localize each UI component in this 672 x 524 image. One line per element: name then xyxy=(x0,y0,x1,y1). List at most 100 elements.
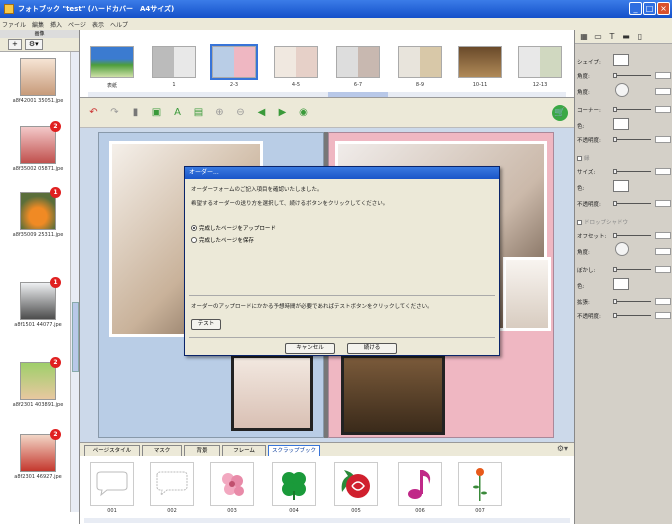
radio-dot[interactable] xyxy=(191,237,197,243)
border-color-swatch[interactable] xyxy=(613,180,629,192)
sticker-item[interactable] xyxy=(90,462,134,506)
color-swatch[interactable] xyxy=(613,118,629,130)
sticker-scrollbar[interactable] xyxy=(84,518,570,523)
shadow-opacity-value[interactable] xyxy=(655,312,671,319)
menu-view[interactable]: 表示 xyxy=(92,20,104,29)
zoom-out-icon[interactable]: ⊖ xyxy=(233,105,248,120)
radio-upload[interactable]: 完成したページをアップロード xyxy=(191,224,276,232)
page-thumb-12-13[interactable] xyxy=(518,46,562,78)
play-icon[interactable]: ◉ xyxy=(296,105,311,120)
sticker-item[interactable] xyxy=(150,462,194,506)
offset-value[interactable] xyxy=(655,232,671,239)
line-props-icon[interactable]: ▬ xyxy=(621,32,631,42)
image-thumbnail[interactable]: 1 a8f1501 44077.jpe xyxy=(8,277,68,328)
sticker-item[interactable] xyxy=(334,462,378,506)
spread-value[interactable] xyxy=(655,298,671,305)
page-thumb-10-11[interactable] xyxy=(458,46,502,78)
menu-help[interactable]: ヘルプ xyxy=(110,20,128,29)
minimize-button[interactable]: _ xyxy=(629,2,642,15)
page-strip-scrollbar[interactable] xyxy=(88,92,566,97)
spread-slider[interactable] xyxy=(613,299,651,304)
scrollbar-thumb[interactable] xyxy=(72,302,79,372)
tab-scrapbook[interactable]: スクラップブック xyxy=(268,445,320,456)
sticker-item[interactable] xyxy=(210,462,254,506)
slider-knob[interactable] xyxy=(613,267,617,272)
sticker-item[interactable] xyxy=(458,462,502,506)
shadow-color-swatch[interactable] xyxy=(613,278,629,290)
slider-knob[interactable] xyxy=(613,313,617,318)
sticker-item[interactable] xyxy=(398,462,442,506)
slider-knob[interactable] xyxy=(613,233,617,238)
angle-dial[interactable] xyxy=(615,83,629,97)
zoom-in-icon[interactable]: ⊕ xyxy=(212,105,227,120)
menu-file[interactable]: ファイル xyxy=(2,20,26,29)
tab-frame[interactable]: フレーム xyxy=(222,445,266,456)
image-options-button[interactable]: ⚙▾ xyxy=(24,39,43,50)
scrollbar-thumb[interactable] xyxy=(328,92,388,97)
image-thumbnail[interactable]: 2 a8f35002 05871.jpe xyxy=(8,121,68,172)
image-thumbnail[interactable]: 2 a8f2301 46927.jpe xyxy=(8,429,68,480)
border-section[interactable]: 縁 xyxy=(577,154,590,162)
tab-mask[interactable]: マスク xyxy=(142,445,182,456)
frame-props-icon[interactable]: ▭ xyxy=(593,32,603,42)
maximize-button[interactable]: □ xyxy=(643,2,656,15)
shadow-section[interactable]: ドロップシャドウ xyxy=(577,218,628,226)
blur-value[interactable] xyxy=(655,266,671,273)
radio-dot[interactable] xyxy=(191,225,197,231)
menu-edit[interactable]: 編集 xyxy=(32,20,44,29)
add-photo-icon[interactable]: ▣ xyxy=(149,105,164,120)
slider-knob[interactable] xyxy=(613,73,617,78)
image-thumbnail[interactable]: a8f42001 35051.jpe xyxy=(8,58,68,104)
slider-knob[interactable] xyxy=(613,299,617,304)
add-page-icon[interactable]: ▤ xyxy=(191,105,206,120)
tab-background[interactable]: 背景 xyxy=(184,445,220,456)
corner-value[interactable] xyxy=(655,106,671,113)
image-panel-scrollbar[interactable] xyxy=(70,52,79,512)
previous-page-icon[interactable]: ◀ xyxy=(254,105,269,120)
slider-knob[interactable] xyxy=(613,107,617,112)
slider-knob[interactable] xyxy=(613,169,617,174)
shadow-opacity-slider[interactable] xyxy=(613,313,651,318)
page-thumb-cover[interactable] xyxy=(90,46,134,78)
slider-knob[interactable] xyxy=(613,201,617,206)
angle-value[interactable] xyxy=(655,72,671,79)
size-value[interactable] xyxy=(655,168,671,175)
menu-insert[interactable]: 挿入 xyxy=(50,20,62,29)
page-thumb-1[interactable] xyxy=(152,46,196,78)
undo-icon[interactable]: ↶ xyxy=(86,105,101,120)
shadow-checkbox[interactable] xyxy=(577,219,582,225)
shape-swatch[interactable] xyxy=(613,54,629,66)
redo-icon[interactable]: ↷ xyxy=(107,105,122,120)
add-text-icon[interactable]: A xyxy=(170,105,185,120)
angle2-value[interactable] xyxy=(655,88,671,95)
continue-button[interactable]: 続ける xyxy=(347,343,397,354)
corner-slider[interactable] xyxy=(613,107,651,112)
photo-frame[interactable] xyxy=(341,355,445,435)
photo-frame[interactable] xyxy=(231,355,313,431)
photo-props-icon[interactable]: ▦ xyxy=(579,32,589,42)
image-thumbnail[interactable]: 2 a8f2301 403891.jpe xyxy=(8,357,68,408)
border-opacity-value[interactable] xyxy=(655,200,671,207)
page-props-icon[interactable]: ▯ xyxy=(635,32,645,42)
blur-slider[interactable] xyxy=(613,267,651,272)
sticker-item[interactable] xyxy=(272,462,316,506)
radio-save[interactable]: 完成したページを保存 xyxy=(191,236,254,244)
next-page-icon[interactable]: ▶ xyxy=(275,105,290,120)
menu-page[interactable]: ページ xyxy=(68,20,86,29)
tab-page-style[interactable]: ページスタイル xyxy=(84,445,140,456)
test-button[interactable]: テスト xyxy=(191,319,221,330)
text-props-icon[interactable]: T xyxy=(607,32,617,42)
slider-knob[interactable] xyxy=(613,137,617,142)
border-checkbox[interactable] xyxy=(577,155,582,161)
offset-slider[interactable] xyxy=(613,233,651,238)
photo-frame[interactable] xyxy=(503,257,551,331)
add-image-button[interactable]: + xyxy=(8,39,22,50)
shadow-angle-dial[interactable] xyxy=(615,242,629,256)
cancel-button[interactable]: キャンセル xyxy=(285,343,335,354)
opacity-slider[interactable] xyxy=(613,137,651,142)
page-thumb-4-5[interactable] xyxy=(274,46,318,78)
angle-slider[interactable] xyxy=(613,73,651,78)
opacity-value[interactable] xyxy=(655,136,671,143)
page-thumb-8-9[interactable] xyxy=(398,46,442,78)
shadow-angle-value[interactable] xyxy=(655,248,671,255)
